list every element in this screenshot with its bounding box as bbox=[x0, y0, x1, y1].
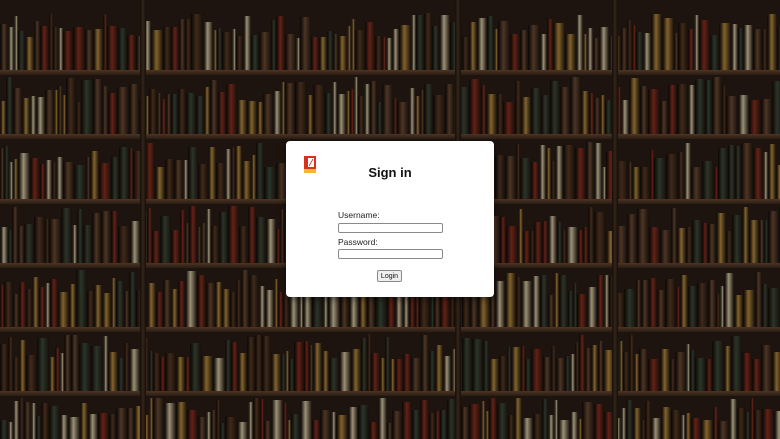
username-label: Username: bbox=[338, 210, 380, 220]
password-field[interactable] bbox=[338, 249, 443, 259]
password-label: Password: bbox=[338, 237, 378, 247]
username-field[interactable] bbox=[338, 223, 443, 233]
page-title: Sign in bbox=[368, 165, 412, 180]
login-card: Sign in Username: Password: Login bbox=[286, 141, 494, 297]
login-button[interactable]: Login bbox=[377, 270, 402, 282]
